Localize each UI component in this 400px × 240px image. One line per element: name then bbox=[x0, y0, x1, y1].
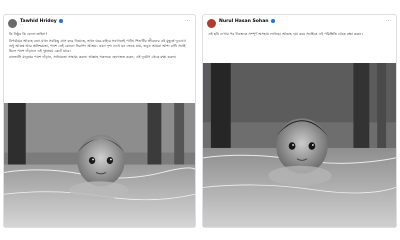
child-in-flood-image bbox=[203, 63, 396, 227]
post-paragraph: বিপর্যয়ের আবহে বন্যা যখন সবকিছু গ্রাস ক… bbox=[9, 38, 186, 53]
post-paragraph: কি নিষ্ঠুর কি বেদনা তাইনা! bbox=[9, 32, 47, 36]
screenshot-canvas: Tawhid Hridoy · · ··· কি নিষ্ঠুর কি বেদন… bbox=[0, 0, 400, 240]
left-post-card: Tawhid Hridoy · · ··· কি নিষ্ঠুর কি বেদন… bbox=[3, 14, 196, 228]
child-in-flood-image bbox=[4, 103, 195, 227]
post-photo[interactable] bbox=[4, 103, 195, 227]
menu-dots-icon[interactable]: ··· bbox=[386, 18, 392, 24]
post-text: এই ছবি দেখার পর নিজেকে সম্পূর্ণ অসহায় ল… bbox=[203, 31, 396, 37]
avatar[interactable] bbox=[207, 18, 216, 28]
post-meta: · · bbox=[219, 22, 223, 27]
post-paragraph: এই ছবি দেখার পর নিজেকে সম্পূর্ণ অসহায় ল… bbox=[208, 32, 363, 36]
post-paragraph: বানভাসি মানুষের পাশে দাঁড়ান, সাধ্যমতো স… bbox=[9, 55, 177, 59]
right-post-card: Nurul Hasan Sohan · · ··· এই ছবি দেখার প… bbox=[202, 14, 397, 228]
post-header: Nurul Hasan Sohan · · ··· bbox=[203, 15, 396, 31]
post-text: কি নিষ্ঠুর কি বেদনা তাইনা! বিপর্যয়ের আব… bbox=[4, 31, 195, 60]
post-photo[interactable] bbox=[203, 63, 396, 227]
avatar[interactable] bbox=[8, 18, 17, 28]
menu-dots-icon[interactable]: ··· bbox=[185, 18, 191, 24]
post-meta: · · bbox=[20, 22, 24, 27]
post-header: Tawhid Hridoy · · ··· bbox=[4, 15, 195, 31]
